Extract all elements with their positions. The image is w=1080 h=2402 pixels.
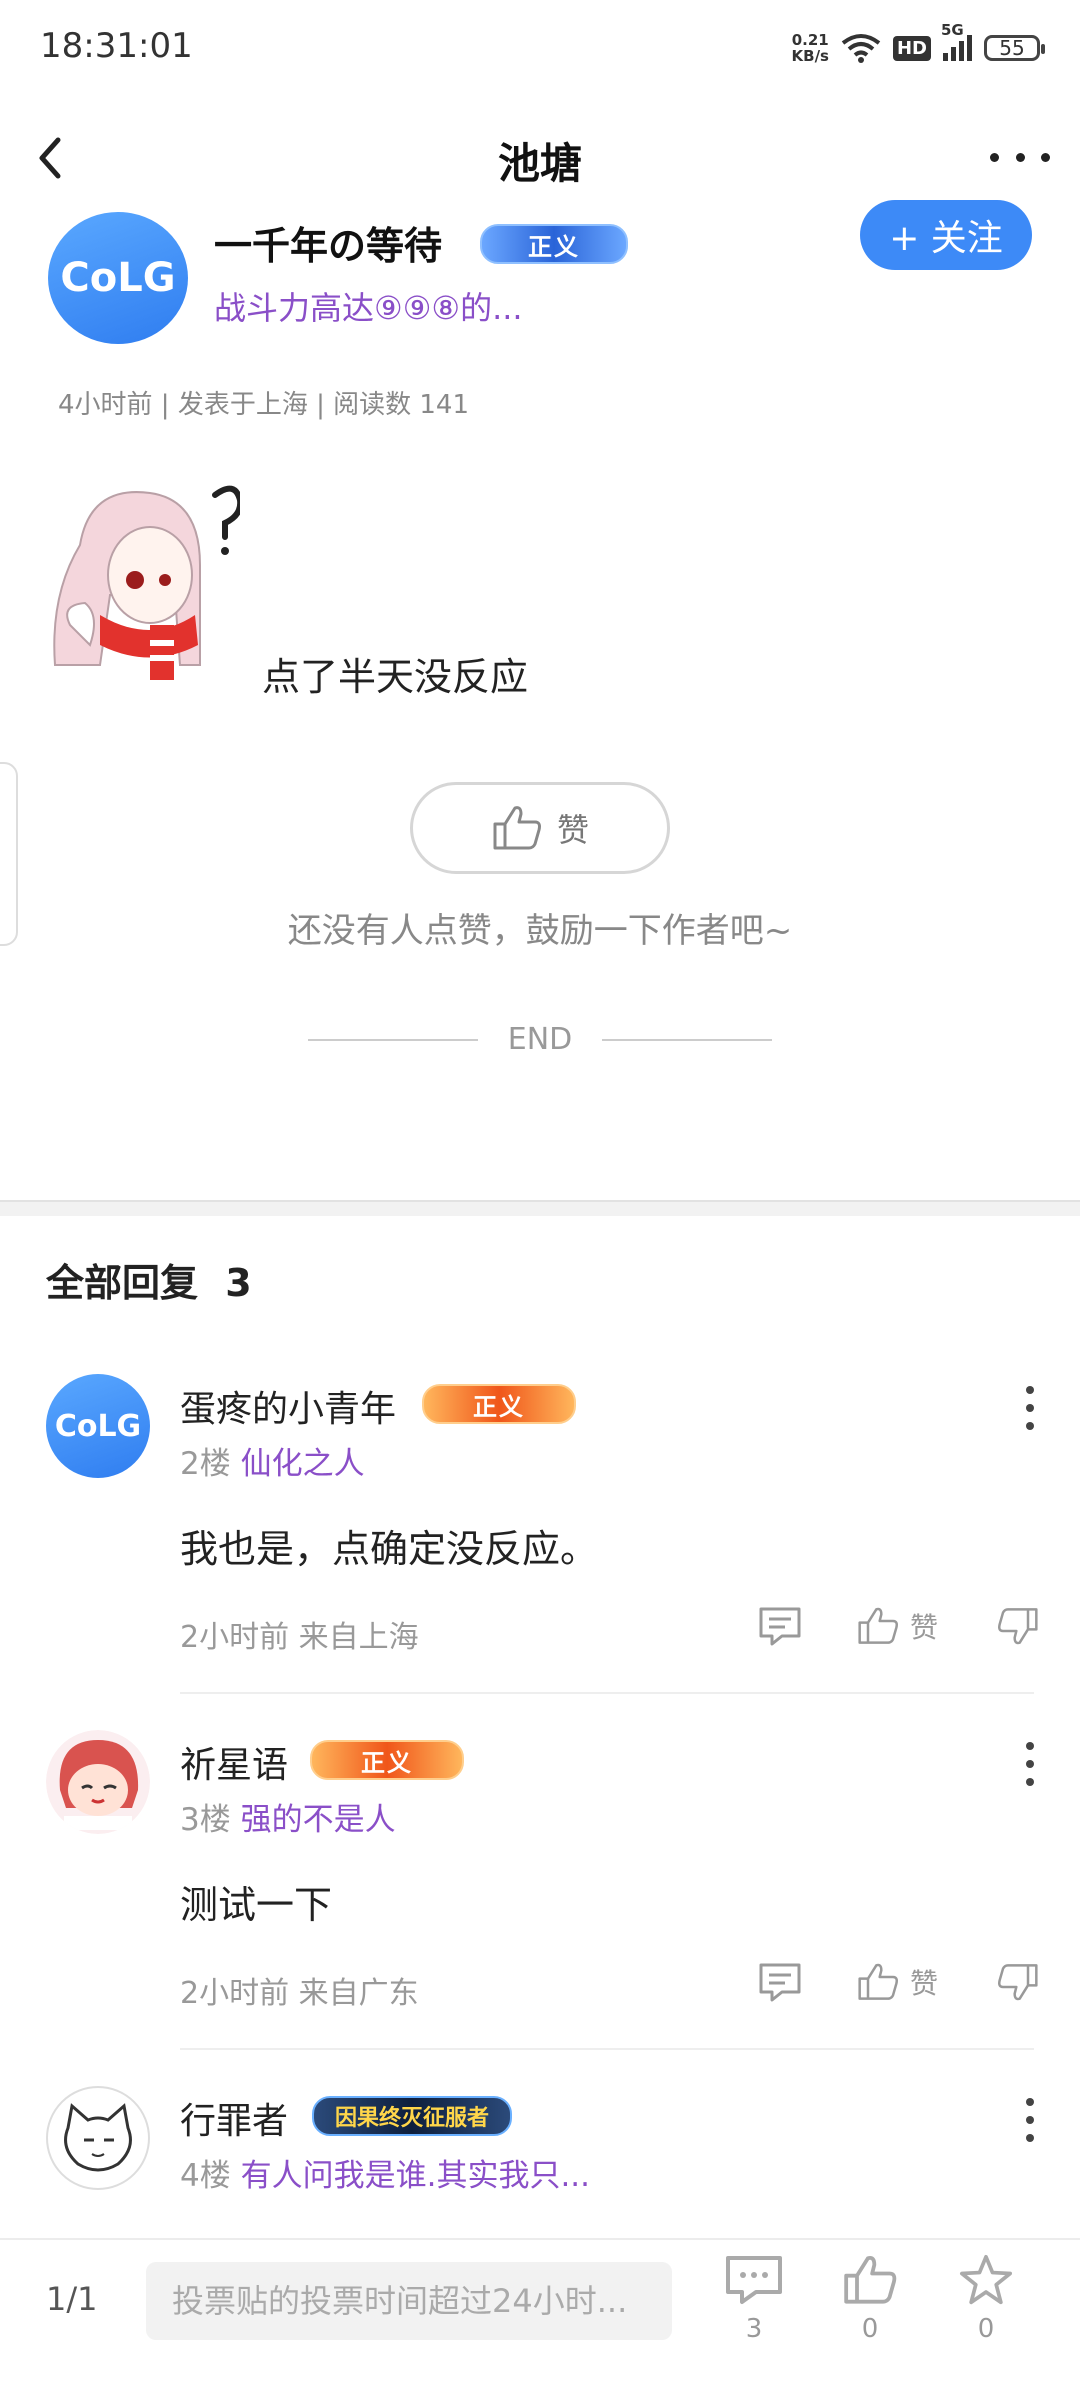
sticker-image (50, 475, 244, 690)
reply-divider (180, 1692, 1034, 1694)
net-speed: 0.21 KB/s (792, 32, 829, 64)
more-button[interactable] (990, 132, 1050, 182)
cat-doodle-avatar-image (64, 2103, 132, 2172)
reply-avatar[interactable] (46, 1730, 150, 1834)
reply-floor-line: 4楼 有人问我是谁.其实我只... (180, 2150, 590, 2195)
end-divider: END (0, 1022, 1080, 1057)
post-text: 点了半天没反应 (262, 655, 529, 699)
reply-badge: 正义 (422, 1384, 576, 1424)
reply-user-title: 有人问我是谁.其实我只... (240, 2158, 591, 2194)
reply-username[interactable]: 祈星语 (180, 1736, 288, 1788)
more-dots-icon (990, 152, 999, 162)
section-separator (0, 1200, 1080, 1216)
reply-menu-button[interactable] (1020, 1386, 1040, 1430)
net-speed-unit: KB/s (791, 47, 829, 65)
signal-icon: 5G (941, 21, 972, 61)
kebab-icon (1026, 2098, 1034, 2106)
thumbs-down-icon (998, 1608, 1038, 1645)
page-indicator[interactable]: 1/1 (46, 2280, 98, 2318)
follow-button[interactable]: + 关注 (860, 200, 1032, 270)
reply-divider (180, 2048, 1034, 2050)
net-speed-value: 0.21 (791, 31, 829, 49)
reply-actions: 赞 (758, 1962, 1040, 2002)
reply-username[interactable]: 蛋疼的小青年 (180, 1380, 396, 1432)
signal-type: 5G (941, 21, 964, 39)
reply-floor: 3楼 (180, 1802, 231, 1838)
page-title: 池塘 (497, 139, 582, 188)
kebab-icon (1026, 1386, 1034, 1394)
thumbs-up-icon (858, 1607, 898, 1644)
reply-floor: 2楼 (180, 1446, 231, 1482)
reply-dislike-button[interactable] (996, 1962, 1040, 2002)
like-post-button[interactable]: 0 (830, 2254, 910, 2344)
reply-user-title: 仙化之人 (240, 1446, 365, 1482)
reply-input[interactable] (146, 2262, 672, 2340)
replies-count: 3 (225, 1261, 252, 1305)
reply-body: 我也是，点确定没反应。 (180, 1527, 599, 1571)
reply-user-title: 强的不是人 (240, 1802, 396, 1838)
comments-button[interactable]: 3 (714, 2254, 794, 2344)
comment-icon (759, 1963, 801, 2002)
like-count: 0 (861, 2314, 879, 2344)
reply-comment-button[interactable] (758, 1606, 802, 1646)
thumbs-up-icon (493, 806, 541, 850)
reply-dislike-button[interactable] (996, 1606, 1040, 1646)
reply-like-button[interactable]: 赞 (856, 1606, 938, 1646)
hd-badge: HD (892, 35, 931, 61)
reply-badge: 正义 (310, 1740, 464, 1780)
status-time: 18:31:01 (40, 26, 193, 66)
post-like-label: 赞 (556, 811, 589, 849)
author-avatar[interactable]: CoLG (48, 212, 188, 344)
star-icon (959, 2254, 1012, 2305)
anime-avatar-image (46, 1730, 150, 1834)
author-badge: 正义 (480, 224, 628, 264)
thumbs-up-icon (844, 2256, 897, 2304)
reply-like-button[interactable]: 赞 (856, 1962, 938, 2002)
reply-floor-line: 3楼 强的不是人 (180, 1794, 396, 1839)
reply-like-label: 赞 (909, 1967, 938, 2000)
author-name[interactable]: 一千年の等待 (214, 215, 442, 270)
reply-badge: 因果终灭征服者 (312, 2096, 512, 2136)
replies-header: 全部回复 3 (46, 1252, 252, 1307)
reply-menu-button[interactable] (1020, 2098, 1040, 2142)
reply-floor: 4楼 (180, 2158, 231, 2194)
kebab-icon (1026, 1742, 1034, 1750)
comment-count: 3 (745, 2314, 763, 2344)
reply-time-place: 2小时前 来自广东 (180, 1976, 419, 2011)
comment-icon (759, 1607, 801, 1646)
reply-menu-button[interactable] (1020, 1742, 1040, 1786)
battery-icon: 55 (984, 35, 1045, 61)
thumbs-down-icon (998, 1964, 1038, 2001)
reply-username[interactable]: 行罪者 (180, 2092, 288, 2144)
reply-body: 测试一下 (180, 1883, 333, 1927)
reply-floor-line: 2楼 仙化之人 (180, 1438, 365, 1483)
author-title: 战斗力高达⑨⑨⑧的... (214, 289, 523, 327)
reply-avatar[interactable]: CoLG (46, 1374, 150, 1478)
star-count: 0 (977, 2314, 995, 2344)
thumbs-up-icon (858, 1963, 898, 2000)
status-icons: 0.21 KB/s HD 5G 55 (792, 21, 1045, 70)
reply-like-label: 赞 (909, 1611, 938, 1644)
reply-comment-button[interactable] (758, 1962, 802, 2002)
replies-title: 全部回复 (46, 1261, 199, 1305)
reply-actions: 赞 (758, 1606, 1040, 1646)
post-meta: 4小时前 | 发表于上海 | 阅读数 141 (58, 390, 470, 420)
like-hint: 还没有人点赞，鼓励一下作者吧~ (287, 911, 793, 951)
post-like-button[interactable]: 赞 (410, 782, 670, 874)
comment-icon (726, 2256, 782, 2304)
favorite-button[interactable]: 0 (946, 2254, 1026, 2344)
wifi-icon (841, 34, 881, 63)
reply-avatar[interactable] (46, 2086, 150, 2190)
end-label: END (507, 1022, 573, 1057)
reply-time-place: 2小时前 来自上海 (180, 1620, 419, 1655)
